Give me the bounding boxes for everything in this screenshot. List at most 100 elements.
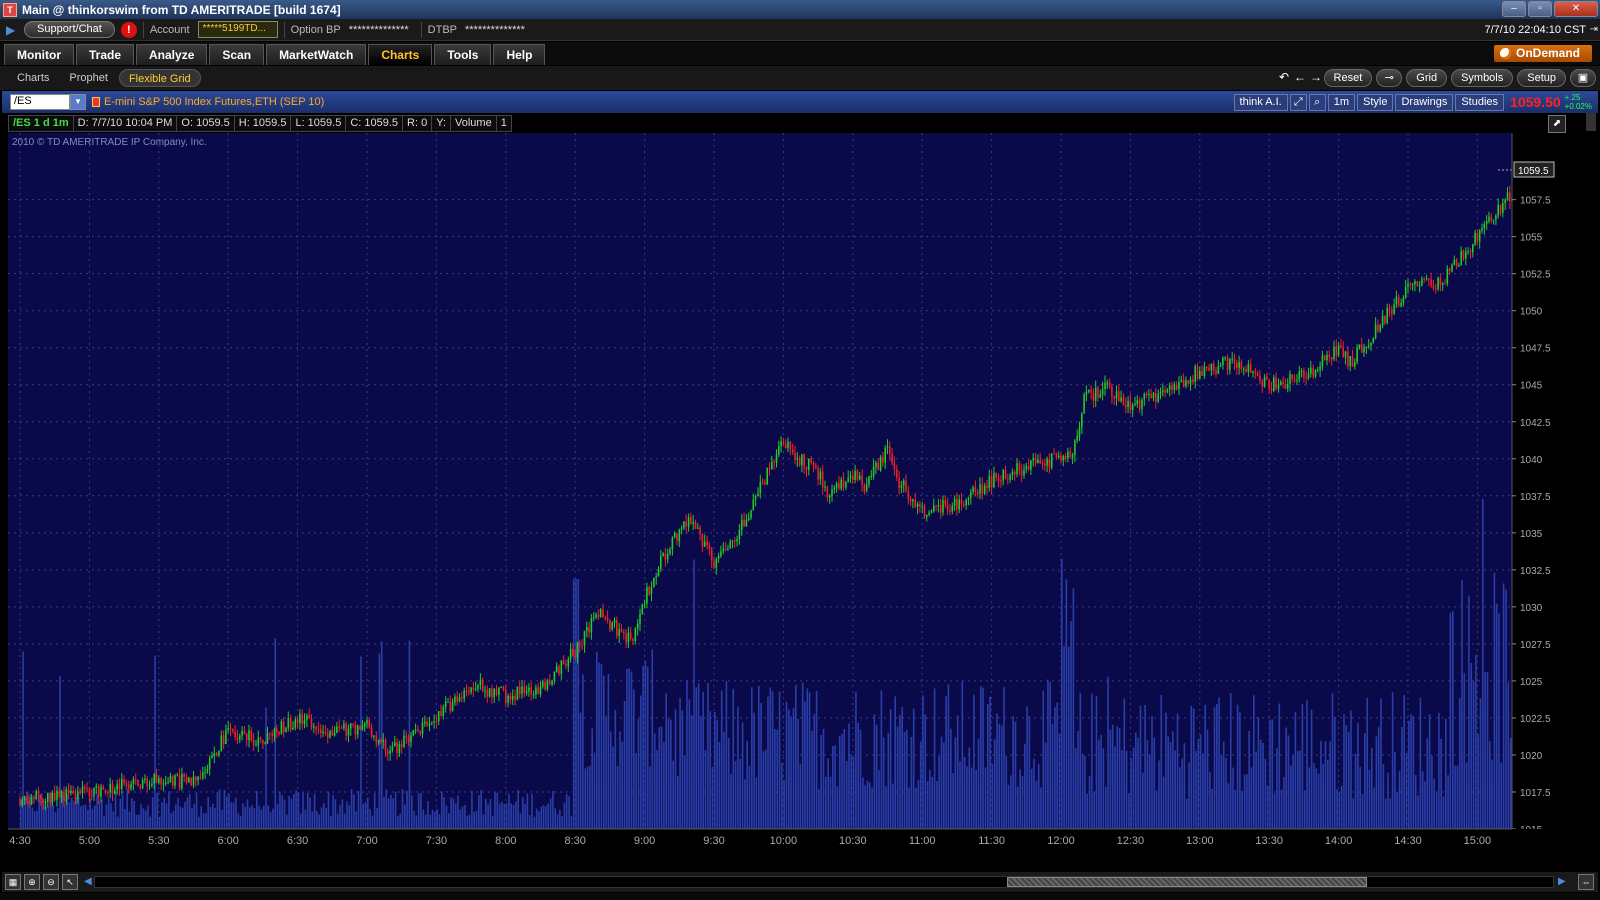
grid-layout-icon[interactable]: ▦ <box>5 874 21 890</box>
zoom-out-icon[interactable]: ⊖ <box>43 874 59 890</box>
symbol-dropdown-icon[interactable]: ▼ <box>70 94 86 110</box>
account-selector[interactable]: *****5199TD... <box>197 21 278 38</box>
minimize-button[interactable]: – <box>1502 1 1526 17</box>
candle-body <box>1041 463 1044 465</box>
candle-body <box>555 666 558 672</box>
volume-bar <box>1266 785 1269 829</box>
candle-body <box>338 726 340 728</box>
grid-button[interactable]: Grid <box>1406 69 1448 87</box>
pin-icon[interactable]: ▶ <box>6 23 16 37</box>
volume-bar <box>181 807 184 829</box>
scroll-left-icon[interactable]: ◀ <box>84 876 94 888</box>
volume-bar <box>283 799 286 829</box>
candle-body <box>486 690 489 697</box>
tab-scan[interactable]: Scan <box>209 44 265 65</box>
setup-button[interactable]: Setup <box>1517 69 1566 87</box>
volume-bar <box>1408 720 1410 829</box>
candle-body <box>1259 375 1261 381</box>
candle-body <box>655 576 657 578</box>
candle-body <box>1217 366 1220 374</box>
quote-symbol-period[interactable]: /ES 1 d 1m <box>8 115 74 132</box>
candle-body <box>366 720 368 724</box>
candle-body <box>470 687 472 693</box>
tab-tools[interactable]: Tools <box>434 44 492 65</box>
volume-bar <box>54 812 57 829</box>
candle-body <box>454 696 456 703</box>
candle-body <box>1150 393 1152 399</box>
candle-body <box>798 457 801 466</box>
studies-button[interactable]: Studies <box>1455 93 1505 111</box>
link-icon[interactable]: ⊸ <box>1376 69 1403 87</box>
tab-monitor[interactable]: Monitor <box>4 44 74 65</box>
price-chart[interactable]: 2010 © TD AMERITRADE IP Company, Inc. 105… <box>2 133 1598 851</box>
ondemand-button[interactable]: OnDemand <box>1493 45 1592 62</box>
close-button[interactable]: ✕ <box>1554 1 1598 17</box>
candle-body <box>1291 374 1294 380</box>
candle-body <box>604 617 607 619</box>
tab-trade[interactable]: Trade <box>76 44 135 65</box>
candle-body <box>1138 400 1141 410</box>
panel-icon[interactable]: ▣ <box>1570 69 1596 87</box>
candle-body <box>1404 286 1407 298</box>
candle-body <box>1411 284 1414 286</box>
subtab-charts[interactable]: Charts <box>8 69 58 87</box>
clock-arrow-icon[interactable]: ⇥ <box>1590 24 1598 35</box>
zoom-icon[interactable]: ⤢ <box>1289 93 1307 111</box>
volume-bar <box>1077 730 1079 829</box>
window-title: Main @ thinkorswim from TD AMERITRADE [b… <box>22 2 341 17</box>
magnifier-icon[interactable]: ⌕ <box>1308 93 1326 111</box>
candle-body <box>51 793 54 803</box>
volume-bar <box>228 794 230 829</box>
candle-body <box>974 487 977 493</box>
volume-bar <box>149 816 152 829</box>
symbols-button[interactable]: Symbols <box>1451 69 1514 87</box>
style-button[interactable]: Style <box>1357 93 1394 111</box>
scroll-right-icon[interactable]: ▶ <box>1558 876 1568 888</box>
volume-bar <box>651 649 654 829</box>
subtab-prophet[interactable]: Prophet <box>60 69 117 87</box>
volume-bar <box>975 769 977 829</box>
zoom-in-icon[interactable]: ⊕ <box>24 874 40 890</box>
candle-body <box>426 721 428 726</box>
candle-body <box>1201 370 1203 376</box>
back-arrow-icon[interactable]: ← <box>1294 70 1306 84</box>
volume-bar <box>473 811 475 829</box>
support-chat-button[interactable]: Support/Chat <box>24 21 115 38</box>
option-bp-label: Option BP <box>290 23 341 36</box>
candle-body <box>100 786 102 797</box>
volume-bar <box>448 813 450 829</box>
candle-body <box>1222 358 1224 366</box>
volume-bar <box>1354 753 1357 829</box>
tab-analyze[interactable]: Analyze <box>136 44 208 65</box>
volume-bar <box>739 759 741 829</box>
candle-body <box>551 680 553 685</box>
think-ai-button[interactable]: think A.I. <box>1233 93 1288 111</box>
cursor-icon[interactable]: ↖ <box>62 874 78 890</box>
symbol-input[interactable]: /ES <box>10 94 70 110</box>
restore-button[interactable]: ▫ <box>1528 1 1552 17</box>
tab-marketwatch[interactable]: MarketWatch <box>266 44 367 65</box>
drawings-button[interactable]: Drawings <box>1395 93 1454 111</box>
candle-body <box>21 799 24 805</box>
volume-bar <box>237 813 240 829</box>
volume-bar <box>339 804 341 829</box>
forward-arrow-icon[interactable]: → <box>1310 70 1322 84</box>
tab-help[interactable]: Help <box>493 44 546 65</box>
scrollbar-thumb[interactable] <box>1007 877 1367 887</box>
candle-body <box>1460 250 1462 266</box>
tab-charts[interactable]: Charts <box>368 44 433 65</box>
chart-scrollbar[interactable] <box>94 876 1554 888</box>
undo-icon[interactable]: ↶ <box>1278 70 1290 84</box>
volume-bar <box>392 798 394 829</box>
volume-bar <box>1160 695 1163 829</box>
candle-body <box>1120 397 1122 401</box>
subtab-flexible-grid[interactable]: Flexible Grid <box>118 69 201 87</box>
expand-icon[interactable]: ⇔ <box>1578 874 1594 890</box>
side-panel-toggle[interactable] <box>1586 113 1596 131</box>
chart-options-icon[interactable]: ⬈ <box>1548 115 1566 133</box>
reset-button[interactable]: Reset <box>1323 69 1373 87</box>
timeframe-button[interactable]: 1m <box>1327 93 1355 111</box>
candle-body <box>1439 277 1442 285</box>
candle-body <box>590 618 593 633</box>
alert-icon[interactable]: ! <box>120 21 137 38</box>
